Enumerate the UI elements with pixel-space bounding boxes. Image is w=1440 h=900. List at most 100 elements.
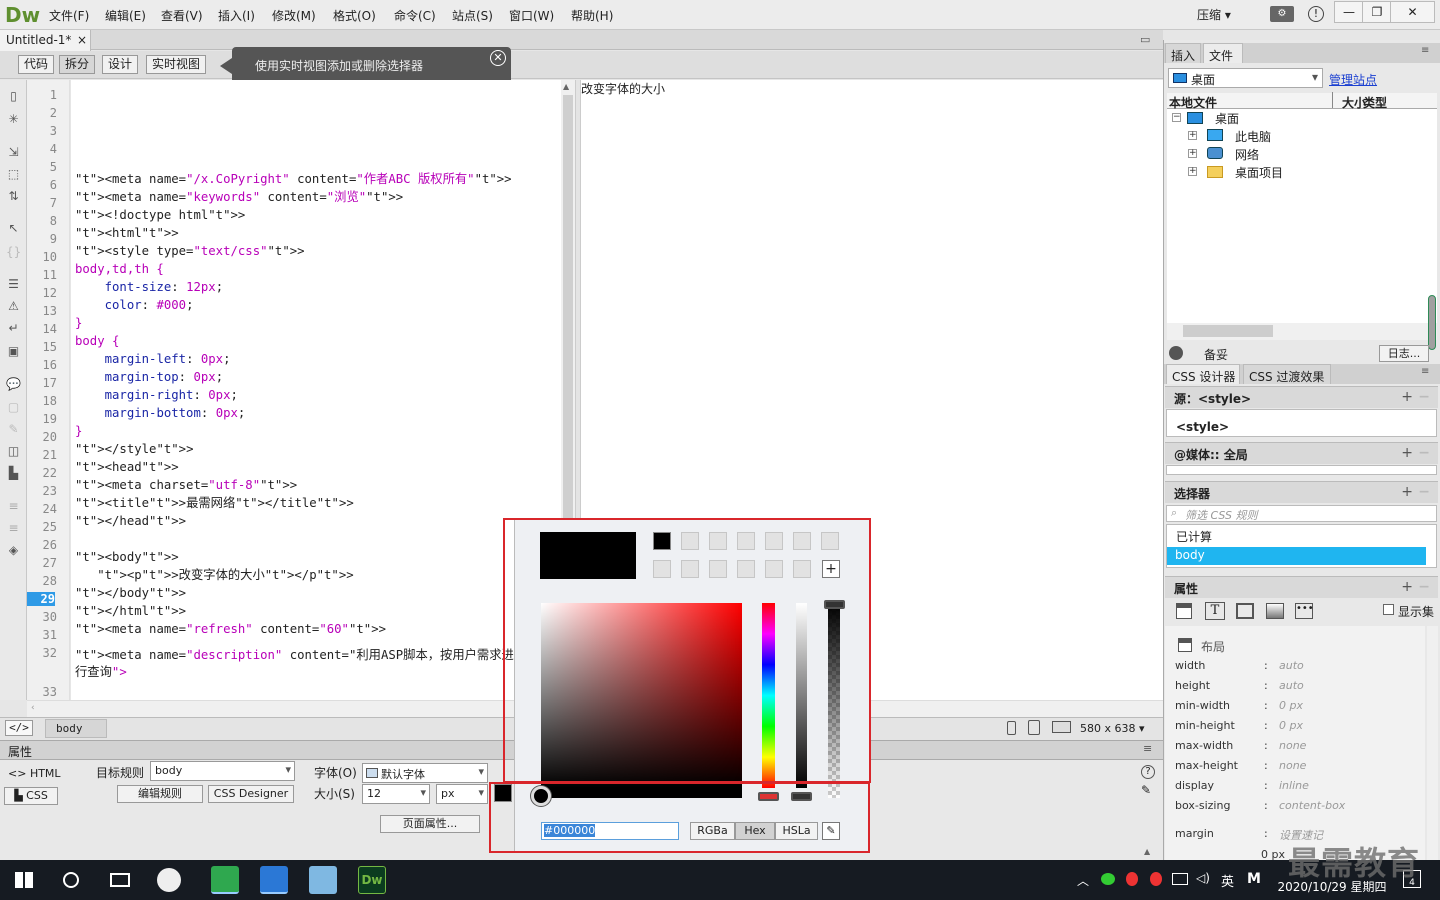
font-select[interactable]: 默认字体 (362, 763, 488, 783)
line-numbers-icon[interactable]: ☰ (6, 278, 21, 291)
menu-item[interactable]: 插入(I) (218, 7, 255, 24)
code-line[interactable]: "t"><!doctype html"t">> (75, 206, 245, 224)
tree-expander[interactable]: + (1188, 131, 1197, 140)
balance-braces-icon[interactable]: ⇅ (6, 190, 21, 203)
remove-source-icon[interactable]: − (1418, 389, 1430, 405)
code-toggle-icon[interactable]: </> (5, 720, 33, 736)
workspace-switcher[interactable]: 压缩 ▾ (1197, 6, 1231, 23)
outdent-icon[interactable]: ≡ (6, 522, 21, 535)
app-icon-notes[interactable] (309, 866, 337, 894)
code-line[interactable]: "t"><meta name="description" content="利用… (75, 646, 514, 664)
add-selector-icon[interactable]: + (1401, 484, 1413, 500)
code-line[interactable]: body,td,th { (75, 260, 164, 278)
expand-all-icon[interactable]: ⇲ (6, 146, 21, 159)
selector-filter-input[interactable]: ⌕ 筛选 CSS 规则 (1166, 505, 1437, 522)
code-line[interactable]: "t"><meta name="/x.CoPyright" content="作… (75, 170, 512, 188)
size-select[interactable]: 12 (362, 784, 430, 804)
code-line[interactable]: "t"><body"t">> (75, 548, 179, 566)
prop-value-display[interactable]: inline (1279, 779, 1309, 792)
qq-icon[interactable] (1126, 872, 1138, 886)
media-header[interactable]: @媒体:: 全局 + − (1165, 442, 1438, 464)
design-view-button[interactable]: 设计 (102, 55, 139, 74)
source-item-style[interactable]: <style> (1176, 420, 1229, 434)
menu-item[interactable]: 窗口(W) (509, 7, 554, 24)
background-category-icon[interactable] (1266, 603, 1284, 619)
select-tag-icon[interactable]: ↖ (6, 222, 21, 235)
prop-value-box-sizing[interactable]: content-box (1279, 799, 1345, 812)
prop-value-max-height[interactable]: none (1279, 759, 1306, 772)
code-line[interactable]: "t"><html"t">> (75, 224, 179, 242)
prop-value-height[interactable]: auto (1279, 679, 1304, 692)
menu-item[interactable]: 编辑(E) (105, 7, 146, 24)
add-media-icon[interactable]: + (1401, 445, 1413, 461)
css-mode-button[interactable]: ▙ CSS (4, 787, 58, 805)
desktop-size-icon[interactable] (1052, 721, 1071, 733)
css-designer-tab[interactable]: CSS 设计器 (1166, 364, 1240, 384)
help-icon[interactable]: ? (1141, 765, 1155, 779)
tablet-size-icon[interactable] (1028, 720, 1040, 735)
file-tree-scroll-thumb[interactable] (1183, 325, 1273, 337)
edit-rule-button[interactable]: 编辑规则 (117, 785, 203, 803)
code-line[interactable]: "t"><style type="text/css""t">> (75, 242, 305, 260)
menu-item[interactable]: 格式(O) (333, 7, 376, 24)
maximize-button[interactable]: ❐ (1362, 1, 1392, 23)
layout-category-icon[interactable] (1176, 603, 1192, 619)
code-scroll-thumb[interactable] (563, 95, 573, 545)
code-line[interactable]: "t"><head"t">> (75, 458, 179, 476)
properties-header[interactable]: 属性 + − (1165, 576, 1438, 598)
recent-snippets-icon[interactable]: ◫ (6, 445, 21, 458)
more-category-icon[interactable]: ••• (1295, 603, 1314, 619)
app-icon-pinwheel[interactable] (157, 868, 181, 892)
tree-expander[interactable]: + (1188, 167, 1197, 176)
code-line[interactable]: "t"></head"t">> (75, 512, 186, 530)
remove-media-icon[interactable]: − (1418, 445, 1430, 461)
syntax-icon[interactable]: ▣ (6, 345, 21, 358)
html-mode-button[interactable]: <> HTML (8, 767, 61, 780)
prop-value-max-width[interactable]: none (1279, 739, 1306, 752)
mobile-size-icon[interactable] (1007, 721, 1016, 735)
files-panel-menu-icon[interactable]: ≡ (1421, 45, 1429, 56)
tag-selector-body[interactable]: body (45, 719, 107, 738)
app-icon-dreamweaver[interactable]: Dw (358, 866, 386, 894)
document-tab[interactable]: Untitled-1* × (0, 30, 91, 51)
prop-value-min-height[interactable]: 0 px (1279, 719, 1303, 732)
show-set-checkbox[interactable] (1383, 604, 1394, 615)
properties-vscrollbar[interactable] (1427, 626, 1438, 860)
menu-item[interactable]: 文件(F) (49, 7, 89, 24)
code-line[interactable]: 行查询"> (75, 663, 127, 681)
navigate-icon[interactable]: ✳ (6, 113, 21, 126)
code-line[interactable]: } (75, 314, 82, 332)
app-icon-writer[interactable] (260, 866, 288, 894)
wrap-tag-icon[interactable]: ✎ (6, 423, 21, 436)
remove-property-icon[interactable]: − (1418, 579, 1430, 595)
border-category-icon[interactable] (1236, 603, 1254, 619)
task-view-icon[interactable] (110, 873, 130, 887)
manage-sites-link[interactable]: 管理站点 (1329, 71, 1377, 88)
tree-expander[interactable]: + (1188, 149, 1197, 158)
remove-selector-icon[interactable]: − (1418, 484, 1430, 500)
code-line[interactable]: margin-bottom: 0px; (75, 404, 246, 422)
file-tree[interactable] (1167, 109, 1437, 339)
code-line[interactable]: "t"></html"t">> (75, 602, 186, 620)
sources-header[interactable]: 源：<style> + − (1165, 386, 1438, 408)
code-line[interactable]: font-size: 12px; (75, 278, 223, 296)
page-properties-button[interactable]: 页面属性... (380, 815, 480, 833)
target-rule-select[interactable]: body (150, 761, 295, 781)
word-wrap-icon[interactable]: ↵ (6, 322, 21, 335)
remove-comment-icon[interactable]: ▢ (6, 401, 21, 414)
minimize-button[interactable]: — (1334, 1, 1364, 23)
tree-item-network[interactable]: 网络 (1235, 146, 1259, 163)
menu-item[interactable]: 站点(S) (452, 7, 493, 24)
prop-value-min-width[interactable]: 0 px (1279, 699, 1303, 712)
selector-item-body[interactable]: body (1167, 547, 1426, 565)
restore-panel-icon[interactable]: ▭ (1140, 33, 1150, 46)
qq-icon-2[interactable] (1150, 872, 1162, 886)
close-window-button[interactable]: ✕ (1390, 1, 1435, 23)
volume-icon[interactable]: ◁) (1196, 871, 1210, 885)
window-size[interactable]: 580 x 638 ▾ (1080, 722, 1145, 735)
code-line[interactable]: margin-right: 0px; (75, 386, 238, 404)
add-property-icon[interactable]: + (1401, 579, 1413, 595)
highlight-invalid-icon[interactable]: ⚠ (6, 300, 21, 313)
brace-icon[interactable]: {} (6, 246, 21, 259)
format-source-icon[interactable]: ◈ (6, 544, 21, 557)
